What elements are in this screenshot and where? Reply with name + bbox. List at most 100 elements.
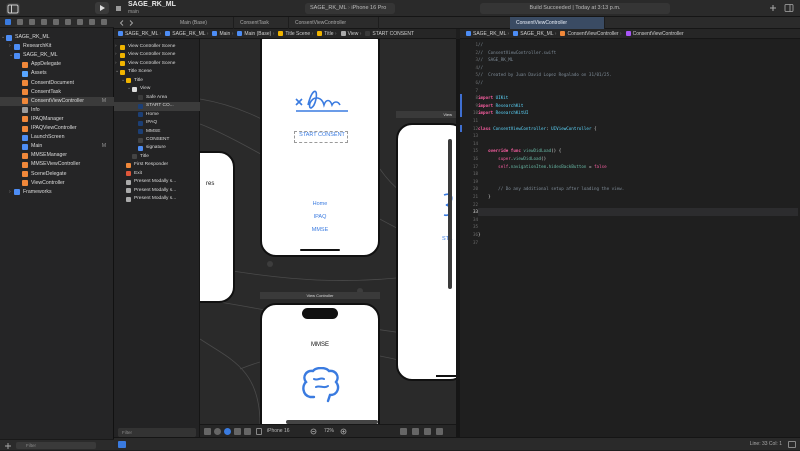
nav-item-assets[interactable]: Assets: [0, 69, 114, 78]
outline-filter-input[interactable]: Filter: [118, 428, 196, 437]
code-line[interactable]: [478, 208, 798, 216]
add-icon[interactable]: [768, 3, 778, 13]
chevron-down-icon[interactable]: ⌄: [121, 77, 125, 85]
outline-item-ipaq[interactable]: IPAQ: [114, 119, 200, 127]
stop-icon[interactable]: [114, 2, 124, 14]
nav-item-ipaqmanager[interactable]: IPAQManager: [0, 115, 114, 124]
chevron-right-icon[interactable]: ›: [9, 188, 11, 197]
warning-icon[interactable]: [65, 19, 71, 25]
pin-icon[interactable]: [424, 428, 431, 435]
scheme-selector[interactable]: SAGE_RK_ML › iPhone 16 Pro: [305, 3, 395, 14]
breadcrumb-item[interactable]: SAGE_RK_ML ›: [466, 29, 509, 38]
breadcrumb-item[interactable]: Main ›: [212, 29, 233, 38]
chevron-down-icon[interactable]: ⌄: [9, 51, 13, 60]
breadcrumb-item[interactable]: Title Scene ›: [278, 29, 313, 38]
bookmark-icon[interactable]: [29, 19, 35, 25]
code-line[interactable]: // Do any additional setup after loading…: [478, 185, 624, 193]
code-line[interactable]: override func viewDidLoad() {: [478, 147, 561, 155]
folder-icon[interactable]: [5, 19, 11, 25]
code-line[interactable]: super.viewDidLoad(): [478, 155, 546, 163]
nav-item-appdelegate[interactable]: AppDelegate: [0, 60, 114, 69]
hierarchy-icon[interactable]: [41, 19, 47, 25]
breadcrumb-item[interactable]: Main (Base) ›: [237, 29, 274, 38]
update-frames-icon[interactable]: [400, 428, 407, 435]
code-line[interactable]: //: [478, 41, 483, 49]
outline-item-start-co[interactable]: START CO...: [114, 102, 200, 111]
nav-item-consentviewcontroller[interactable]: ConsentViewController M: [0, 96, 114, 106]
code-line[interactable]: //: [478, 79, 483, 87]
breadcrumb-item[interactable]: ConsentViewController ›: [560, 29, 622, 38]
nav-item-launchscreen[interactable]: LaunchScreen: [0, 133, 114, 142]
debug-icon[interactable]: [89, 19, 95, 25]
code-line[interactable]: import ResearchKitUI: [478, 109, 528, 117]
scene-right-partial[interactable]: STA: [396, 123, 456, 381]
nav-item-scenedelegate[interactable]: SceneDelegate: [0, 170, 114, 179]
nav-item-mmsemanager[interactable]: MMSEManager: [0, 151, 114, 160]
mmse-scene-phone[interactable]: MMSE: [260, 303, 380, 424]
storyboard-canvas[interactable]: res START CONSENT Home IPAQ MMSE View ST…: [200, 39, 456, 424]
code-line[interactable]: import UIKit: [478, 94, 508, 102]
code-line[interactable]: // SAGE_RK_ML: [478, 56, 513, 64]
outline-item-mmse[interactable]: MMSE: [114, 128, 200, 136]
code-line[interactable]: //: [478, 64, 483, 72]
right-scene-bar[interactable]: View: [396, 111, 456, 118]
outline-item-view[interactable]: ⌄ View: [114, 85, 200, 93]
debug-area-icon[interactable]: [118, 441, 126, 448]
outline-item-title-scene[interactable]: ⌄ Title Scene: [114, 68, 200, 76]
nav-item-consentdocument[interactable]: ConsentDocument: [0, 79, 114, 88]
nav-item-viewcontroller[interactable]: ViewController: [0, 179, 114, 188]
panel-toggle-icon[interactable]: [788, 441, 796, 448]
outline-item-present-modally-s[interactable]: Present Modally s...: [114, 178, 200, 186]
tab-consent-task[interactable]: ConsentTask: [234, 17, 289, 29]
scene-left-partial[interactable]: res: [200, 151, 235, 303]
nav-item-consenttask[interactable]: ConsentTask: [0, 88, 114, 97]
search-icon[interactable]: [53, 19, 59, 25]
nav-item-researchkit[interactable]: › ResearchKit: [0, 42, 114, 51]
sidebar-toggle-icon[interactable]: [6, 3, 20, 15]
outline-item-home[interactable]: Home: [114, 111, 200, 119]
code-line[interactable]: class ConsentViewController: UIViewContr…: [478, 125, 597, 133]
breadcrumb-item[interactable]: SAGE_RK_ML ›: [513, 29, 556, 38]
appearance-icon[interactable]: [214, 428, 221, 435]
variation-icon[interactable]: [224, 428, 231, 435]
start-consent-button[interactable]: START CONSENT: [294, 132, 350, 138]
chevron-down-icon[interactable]: ⌄: [127, 85, 131, 93]
zoom-out-icon[interactable]: [310, 428, 318, 436]
back-icon[interactable]: [118, 19, 126, 27]
outline-item-view-controller-scene[interactable]: › View Controller Scene: [114, 60, 200, 68]
inspector-toggle-icon[interactable]: [784, 3, 794, 13]
chevron-right-icon[interactable]: ›: [115, 43, 117, 51]
view-controller-bar[interactable]: View Controller: [260, 292, 380, 299]
device-icon[interactable]: [256, 428, 262, 435]
outline-item-present-modally-s[interactable]: Present Modally s...: [114, 195, 200, 203]
outline-item-safe-area[interactable]: Safe Area: [114, 94, 200, 102]
outline-item-view-controller-scene[interactable]: › View Controller Scene: [114, 51, 200, 59]
outline-item-consent[interactable]: CONSENT: [114, 136, 200, 144]
breadcrumb-item[interactable]: SAGE_RK_ML ›: [165, 29, 208, 38]
breadcrumb-item[interactable]: View ›: [340, 29, 361, 38]
nav-item-sage-rk-ml[interactable]: ⌄ SAGE_RK_ML: [0, 33, 114, 42]
outline-item-present-modally-s[interactable]: Present Modally s...: [114, 187, 200, 195]
chevron-down-icon[interactable]: ⌄: [115, 68, 119, 76]
outline-item-exit[interactable]: Exit: [114, 170, 200, 178]
outline-item-view-controller-scene[interactable]: › View Controller Scene: [114, 43, 200, 51]
zoom-in-icon[interactable]: [340, 428, 348, 436]
tab-main-base[interactable]: Main (Base): [174, 17, 234, 29]
code-editor[interactable]: 1 2 3 4 5 6 7 8 9 10 11 12 13 14 15 16 17 18 19 20 21 22 33 34 3…: [460, 39, 800, 437]
mmse-button[interactable]: MMSE: [262, 227, 378, 233]
breakpoint-icon[interactable]: [101, 19, 107, 25]
chevron-down-icon[interactable]: ⌄: [1, 33, 5, 42]
outline-item-title[interactable]: ⌄ Title: [114, 77, 200, 85]
nav-item-frameworks[interactable]: › Frameworks: [0, 188, 114, 197]
trait-icon[interactable]: [244, 428, 251, 435]
tab-consent-view-controller[interactable]: ConsentViewController: [289, 17, 379, 29]
source-control-icon[interactable]: [17, 19, 23, 25]
test-icon[interactable]: [77, 19, 83, 25]
tab-consent-view-controller-active[interactable]: ConsentViewController: [510, 17, 605, 29]
code-line[interactable]: }: [478, 193, 491, 201]
code-line[interactable]: // Created by Juan David Lopez Regalado …: [478, 71, 612, 79]
nav-item-info[interactable]: Info: [0, 106, 114, 115]
outline-toggle-icon[interactable]: [204, 428, 211, 435]
breadcrumb-item[interactable]: START CONSENT: [365, 29, 414, 38]
vertical-scrollbar[interactable]: [448, 139, 452, 289]
